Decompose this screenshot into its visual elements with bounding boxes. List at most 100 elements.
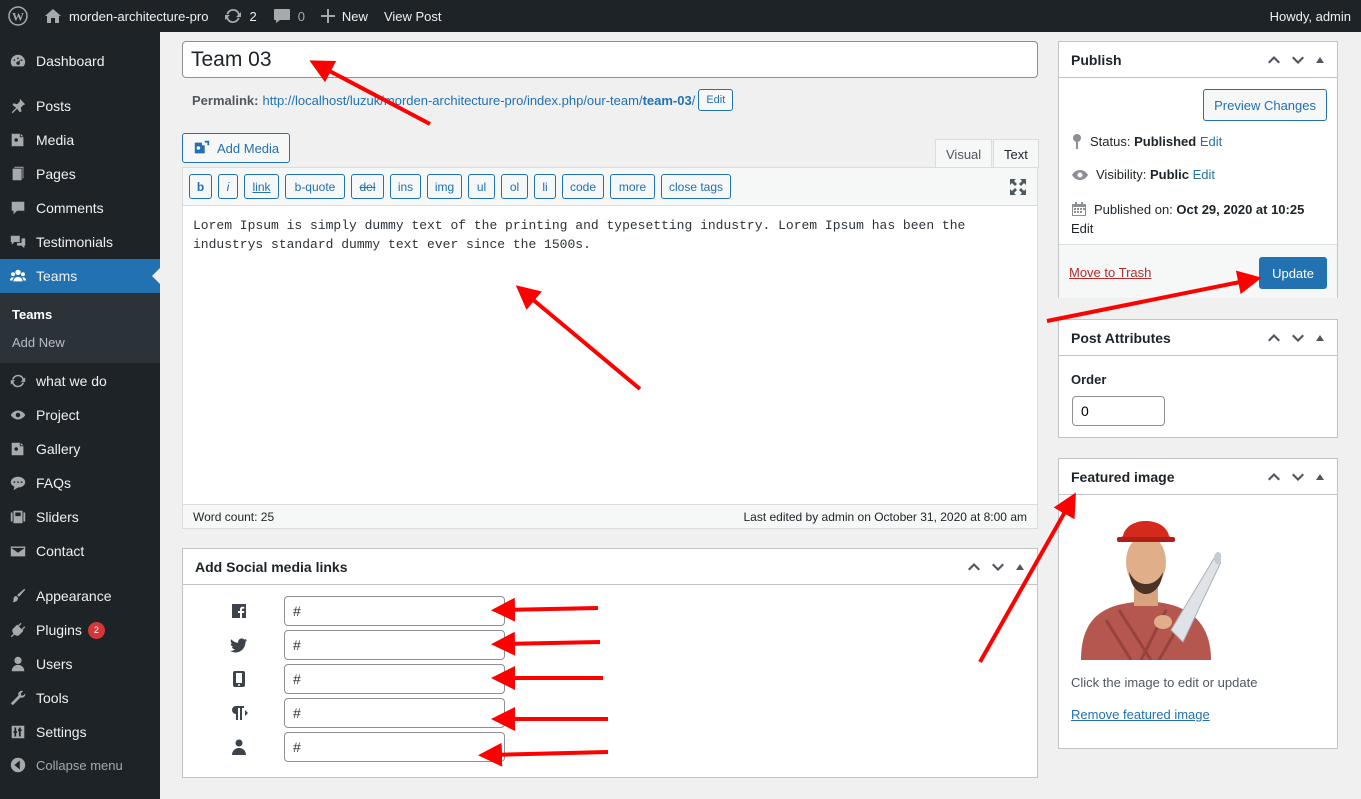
chevron-up-icon[interactable] xyxy=(1267,333,1281,343)
twitter-link-input[interactable] xyxy=(284,630,505,660)
qt-link-button[interactable]: link xyxy=(244,174,279,199)
social-links-title: Add Social media links xyxy=(195,558,348,575)
groups-icon xyxy=(0,267,36,285)
chevron-down-icon[interactable] xyxy=(1291,333,1305,343)
update-button[interactable]: Update xyxy=(1259,257,1327,289)
sidebar-item-teams[interactable]: Teams xyxy=(0,259,160,293)
collapse-menu-button[interactable]: Collapse menu xyxy=(0,750,160,780)
site-name: morden-architecture-pro xyxy=(69,8,209,24)
tab-text[interactable]: Text xyxy=(993,139,1039,168)
qt-bold-button[interactable]: b xyxy=(189,174,212,199)
qt-code-button[interactable]: code xyxy=(562,174,604,199)
site-name-link[interactable]: morden-architecture-pro xyxy=(36,0,216,32)
sidebar-item-gallery[interactable]: Gallery xyxy=(0,432,160,466)
qt-bquote-button[interactable]: b-quote xyxy=(285,174,345,199)
updates-link[interactable]: 2 xyxy=(216,0,264,32)
update-icon xyxy=(225,9,242,23)
social-links-box: Add Social media links xyxy=(182,548,1038,778)
sidebar-item-what-we-do[interactable]: what we do xyxy=(0,364,160,398)
published-on-line: Published on: Oct 29, 2020 at 10:25 xyxy=(1071,201,1304,217)
submenu-item-teams[interactable]: Teams xyxy=(12,307,52,322)
published-edit-link[interactable]: Edit xyxy=(1071,221,1093,236)
submenu-item-add-new[interactable]: Add New xyxy=(12,335,65,350)
media-icon xyxy=(194,140,210,154)
sidebar-item-contact[interactable]: Contact xyxy=(0,534,160,568)
qt-ol-button[interactable]: ol xyxy=(501,174,528,199)
view-post-link[interactable]: View Post xyxy=(376,0,450,32)
account-menu[interactable]: Howdy, admin xyxy=(1262,0,1361,32)
paragraph-icon xyxy=(230,705,248,721)
home-icon xyxy=(45,9,61,23)
toggle-panel-icon[interactable] xyxy=(1315,56,1325,64)
paragraph-link-input[interactable] xyxy=(284,698,505,728)
status-edit-link[interactable]: Edit xyxy=(1200,134,1222,149)
qt-del-button[interactable]: del xyxy=(351,174,384,199)
toggle-panel-icon[interactable] xyxy=(1315,473,1325,481)
sidebar-item-plugins[interactable]: Plugins 2 xyxy=(0,613,160,647)
sidebar-item-appearance[interactable]: Appearance xyxy=(0,579,160,613)
add-media-button[interactable]: Add Media xyxy=(182,133,291,163)
sidebar-item-project[interactable]: Project xyxy=(0,398,160,432)
chevron-up-icon[interactable] xyxy=(1267,472,1281,482)
toggle-panel-icon[interactable] xyxy=(1315,334,1325,342)
media-icon xyxy=(0,131,36,149)
tab-visual[interactable]: Visual xyxy=(935,139,993,168)
qt-ul-button[interactable]: ul xyxy=(468,174,495,199)
dashboard-icon xyxy=(0,52,36,70)
comments-link[interactable]: 0 xyxy=(265,0,313,32)
testimonial-icon xyxy=(0,233,36,251)
email-icon xyxy=(0,542,36,560)
remove-featured-image-link[interactable]: Remove featured image xyxy=(1071,707,1210,722)
sidebar-item-tools[interactable]: Tools xyxy=(0,681,160,715)
editor-content[interactable]: Lorem Ipsum is simply dummy text of the … xyxy=(193,216,1023,254)
move-to-trash-link[interactable]: Move to Trash xyxy=(1069,265,1151,280)
sidebar-item-sliders[interactable]: Sliders xyxy=(0,500,160,534)
user-icon xyxy=(0,655,36,673)
qt-more-button[interactable]: more xyxy=(610,174,655,199)
text-editor: b i link b-quote del ins img ul ol li co… xyxy=(182,167,1038,529)
sidebar-item-posts[interactable]: Posts xyxy=(0,89,160,123)
sidebar-item-users[interactable]: Users xyxy=(0,647,160,681)
qt-ins-button[interactable]: ins xyxy=(390,174,421,199)
social-links-header: Add Social media links xyxy=(183,549,1037,585)
visibility-edit-link[interactable]: Edit xyxy=(1193,167,1215,182)
qt-italic-button[interactable]: i xyxy=(218,174,238,199)
qt-close-tags-button[interactable]: close tags xyxy=(661,174,731,199)
person-link-input[interactable] xyxy=(284,732,505,762)
sidebar-item-media[interactable]: Media xyxy=(0,123,160,157)
sidebar-item-faqs[interactable]: FAQs xyxy=(0,466,160,500)
order-input[interactable] xyxy=(1072,396,1165,426)
permalink-url[interactable]: http://localhost/luzuk/morden-architectu… xyxy=(262,93,695,108)
featured-image-thumbnail[interactable] xyxy=(1071,510,1221,660)
post-attributes-header: Post Attributes xyxy=(1059,320,1337,356)
qt-img-button[interactable]: img xyxy=(427,174,462,199)
qt-li-button[interactable]: li xyxy=(534,174,556,199)
publish-header: Publish xyxy=(1059,42,1337,78)
new-content-link[interactable]: New xyxy=(313,0,376,32)
chevron-down-icon[interactable] xyxy=(1291,55,1305,65)
sidebar-item-testimonials[interactable]: Testimonials xyxy=(0,225,160,259)
preview-changes-button[interactable]: Preview Changes xyxy=(1203,89,1327,121)
publish-actions: Move to Trash Update xyxy=(1059,244,1337,298)
chevron-up-icon[interactable] xyxy=(1267,55,1281,65)
view-post-label: View Post xyxy=(383,8,442,24)
chevron-up-icon[interactable] xyxy=(967,562,981,572)
admin-bar: W morden-architecture-pro 2 0 New View P… xyxy=(0,0,1361,32)
phone-icon xyxy=(230,671,248,687)
phone-link-input[interactable] xyxy=(284,664,505,694)
sidebar-item-comments[interactable]: Comments xyxy=(0,191,160,225)
chevron-down-icon[interactable] xyxy=(991,562,1005,572)
permalink-edit-button[interactable]: Edit xyxy=(698,89,734,111)
wordpress-logo-icon[interactable]: W xyxy=(0,0,36,32)
sidebar-item-dashboard[interactable]: Dashboard xyxy=(0,44,160,78)
post-title-input[interactable]: Team 03 xyxy=(182,41,1038,78)
sidebar-item-pages[interactable]: Pages xyxy=(0,157,160,191)
chevron-down-icon[interactable] xyxy=(1291,472,1305,482)
sidebar-item-settings[interactable]: Settings xyxy=(0,715,160,749)
toggle-panel-icon[interactable] xyxy=(1015,563,1025,571)
facebook-link-input[interactable] xyxy=(284,596,505,626)
featured-image-hint: Click the image to edit or update xyxy=(1071,675,1258,690)
brush-icon xyxy=(0,587,36,605)
fullscreen-icon[interactable] xyxy=(1009,178,1027,199)
wrench-icon xyxy=(0,689,36,707)
